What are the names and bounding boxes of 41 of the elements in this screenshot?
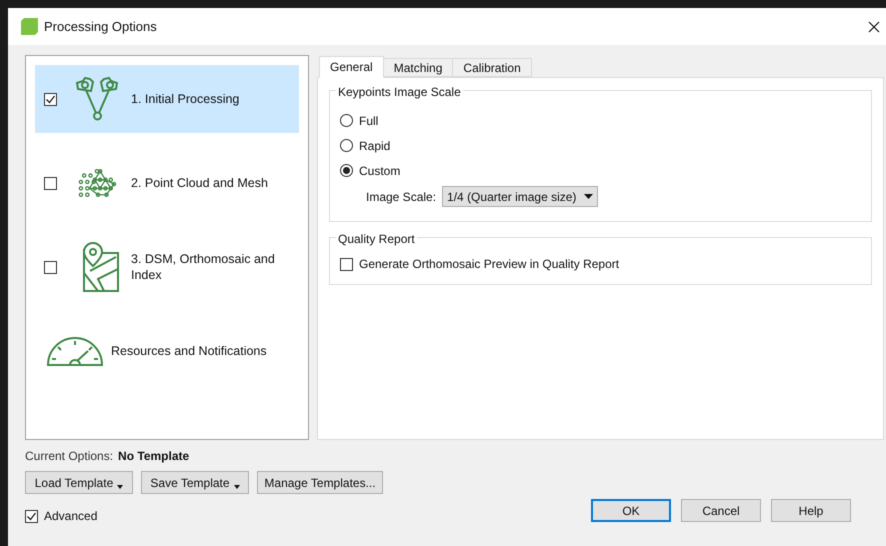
step-item[interactable]: 1. Initial Processing xyxy=(35,65,299,133)
current-options-label: Current Options: xyxy=(25,448,114,465)
template-button[interactable]: Load Template xyxy=(25,471,133,494)
dialog-button[interactable]: Help xyxy=(771,499,851,522)
step-label: 3. DSM, Orthomosaic and Index xyxy=(131,251,276,283)
checkbox[interactable] xyxy=(44,176,56,190)
dialog-button[interactable]: Cancel xyxy=(681,499,761,522)
caret-icon xyxy=(117,485,124,489)
checkbox[interactable] xyxy=(44,92,56,106)
tab[interactable]: General xyxy=(319,56,384,78)
checkbox-label: Generate Orthomosaic Preview in Quality Report xyxy=(359,256,620,273)
close-icon xyxy=(868,20,880,32)
window-title: Processing Options xyxy=(44,18,157,36)
step-item[interactable]: 2. Point Cloud and Mesh xyxy=(35,149,299,217)
app-logo-icon xyxy=(21,18,38,35)
checkbox[interactable] xyxy=(340,258,353,270)
template-button[interactable]: Manage Templates... xyxy=(257,471,383,494)
step-label: 2. Point Cloud and Mesh xyxy=(131,175,269,191)
tab[interactable]: Calibration xyxy=(453,58,532,77)
template-button[interactable]: Save Template xyxy=(141,471,249,494)
dropdown-arrow-icon xyxy=(584,194,594,199)
radio-button[interactable] xyxy=(340,139,353,152)
checkbox[interactable] xyxy=(44,260,56,274)
caret-icon xyxy=(234,485,240,489)
radio-label: Rapid xyxy=(359,138,390,154)
image-scale-label: Image Scale: xyxy=(366,188,436,206)
gauge-icon xyxy=(46,335,104,367)
advanced-label: Advanced xyxy=(44,508,98,525)
image-scale-dropdown[interactable]: 1/4 (Quarter image size) xyxy=(442,186,598,207)
checkbox[interactable] xyxy=(25,510,38,522)
step-label: 1. Initial Processing xyxy=(131,91,240,107)
radio-label: Full xyxy=(359,112,378,130)
current-options-value: No Template xyxy=(118,448,190,465)
step-label: Resources and Notifications xyxy=(111,342,267,360)
tab[interactable]: Matching xyxy=(384,58,454,77)
radio-label: Custom xyxy=(359,162,400,180)
dialog-button[interactable]: OK xyxy=(591,499,671,522)
radio-button[interactable] xyxy=(340,114,353,127)
radio-button[interactable] xyxy=(340,164,353,177)
step-item[interactable]: Resources and Notifications xyxy=(35,317,299,385)
step-item[interactable]: 3. DSM, Orthomosaic and Index xyxy=(35,233,299,301)
